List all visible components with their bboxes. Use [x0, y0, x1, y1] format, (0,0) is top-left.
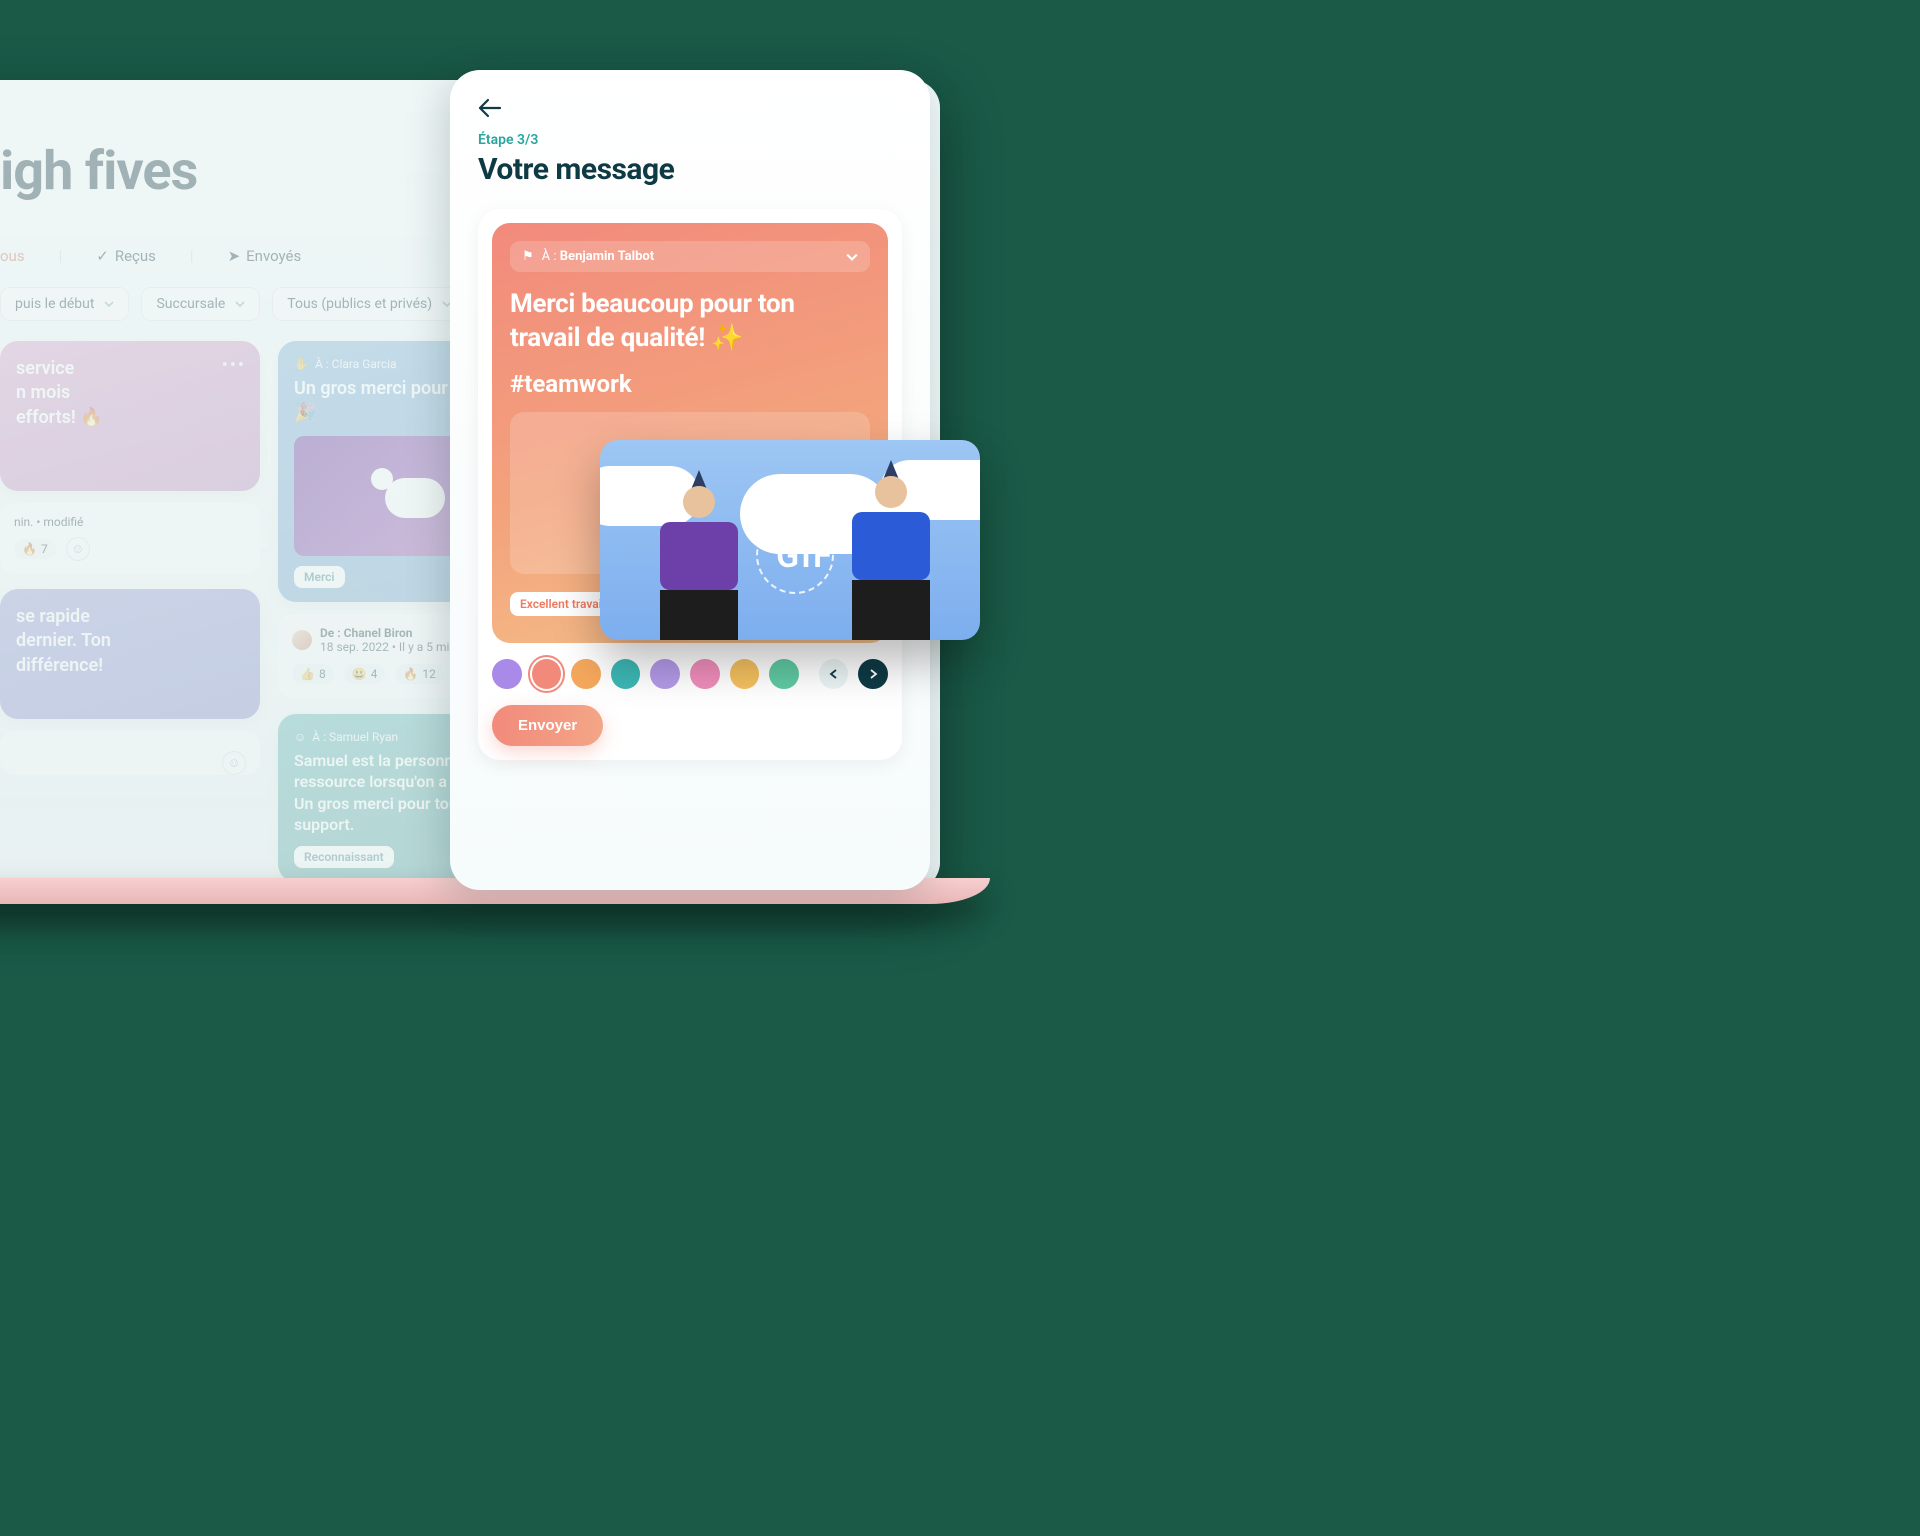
add-reaction-button[interactable]: ☺ — [66, 537, 90, 561]
card-body: service n mois efforts! 🔥 — [16, 357, 244, 430]
swatch-orange[interactable] — [571, 659, 601, 689]
tab-all-label: ous — [0, 247, 25, 265]
reaction-thumbs[interactable]: 👍8 — [292, 664, 334, 684]
tab-received-label: Reçus — [115, 247, 156, 265]
swatch-next-button[interactable] — [858, 659, 888, 689]
more-icon[interactable]: ••• — [222, 355, 246, 376]
hand-icon: ✋ — [294, 357, 309, 371]
panel-title: Votre message — [478, 152, 902, 187]
card-to: À : Samuel Ryan — [312, 730, 398, 744]
reaction-fire[interactable]: 🔥7 — [14, 539, 56, 559]
swatch-coral[interactable] — [532, 659, 562, 689]
card-body: se rapide dernier. Ton différence! — [16, 605, 244, 678]
swatch-green[interactable] — [769, 659, 799, 689]
recipient-selector[interactable]: ⚑ À : Benjamin Talbot — [510, 241, 870, 272]
tab-sent-label: Envoyés — [246, 247, 301, 265]
color-swatches — [492, 659, 888, 689]
card-tag: Merci — [294, 566, 345, 588]
step-indicator: Étape 3/3 — [478, 132, 902, 148]
chevron-down-icon — [235, 299, 245, 309]
reaction-grin[interactable]: 😃4 — [344, 664, 386, 684]
swatch-teal[interactable] — [611, 659, 641, 689]
meta-from: De : Chanel Biron — [320, 626, 413, 640]
back-button[interactable] — [478, 98, 902, 118]
card-to: À : Clara Garcia — [315, 357, 397, 371]
chevron-down-icon — [104, 299, 114, 309]
message-input[interactable]: Merci beaucoup pour ton travail de quali… — [510, 288, 870, 356]
avatar — [292, 630, 312, 650]
chevron-down-icon — [846, 251, 858, 263]
swatch-amber[interactable] — [730, 659, 760, 689]
reaction-fire[interactable]: 🔥12 — [395, 664, 443, 684]
gif-badge: GIF — [776, 536, 834, 576]
filter-period-label: puis le début — [15, 296, 94, 312]
send-icon: ➤ — [228, 247, 241, 265]
flag-icon: ⚑ — [522, 249, 534, 264]
card-violet[interactable]: se rapide dernier. Ton différence! — [0, 589, 260, 719]
filter-visibility-label: Tous (publics et privés) — [287, 296, 432, 312]
swatch-pink[interactable] — [690, 659, 720, 689]
card-violet-meta: ☺ — [0, 731, 260, 775]
gif-preview[interactable]: GIF — [600, 440, 980, 640]
filter-period[interactable]: puis le début — [0, 287, 129, 321]
meta-date: 18 sep. 2022 — [320, 640, 389, 654]
filter-branch-label: Succursale — [156, 296, 225, 312]
tab-all[interactable]: ous — [0, 247, 25, 265]
filter-branch[interactable]: Succursale — [141, 287, 260, 321]
meta-text: nin. • modifié — [14, 515, 83, 529]
smile-icon: ☺ — [294, 730, 306, 744]
check-icon: ✓ — [96, 247, 109, 265]
add-reaction-button[interactable]: ☺ — [222, 751, 246, 775]
hashtag-input[interactable]: #teamwork — [510, 370, 870, 398]
card-pink-meta: nin. • modifié 🔥7 ☺ — [0, 503, 260, 573]
swatch-lavender[interactable] — [650, 659, 680, 689]
to-label: À : — [542, 249, 557, 264]
tab-received[interactable]: ✓ Reçus — [96, 247, 156, 265]
filter-visibility[interactable]: Tous (publics et privés) — [272, 287, 467, 321]
card-tag: Reconnaissant — [294, 846, 394, 868]
send-button[interactable]: Envoyer — [492, 705, 603, 746]
swatch-prev-button[interactable] — [819, 659, 849, 689]
to-name: Benjamin Talbot — [560, 249, 654, 264]
card-pink[interactable]: ••• service n mois efforts! 🔥 — [0, 341, 260, 491]
swatch-purple[interactable] — [492, 659, 522, 689]
tab-sent[interactable]: ➤ Envoyés — [228, 247, 302, 265]
